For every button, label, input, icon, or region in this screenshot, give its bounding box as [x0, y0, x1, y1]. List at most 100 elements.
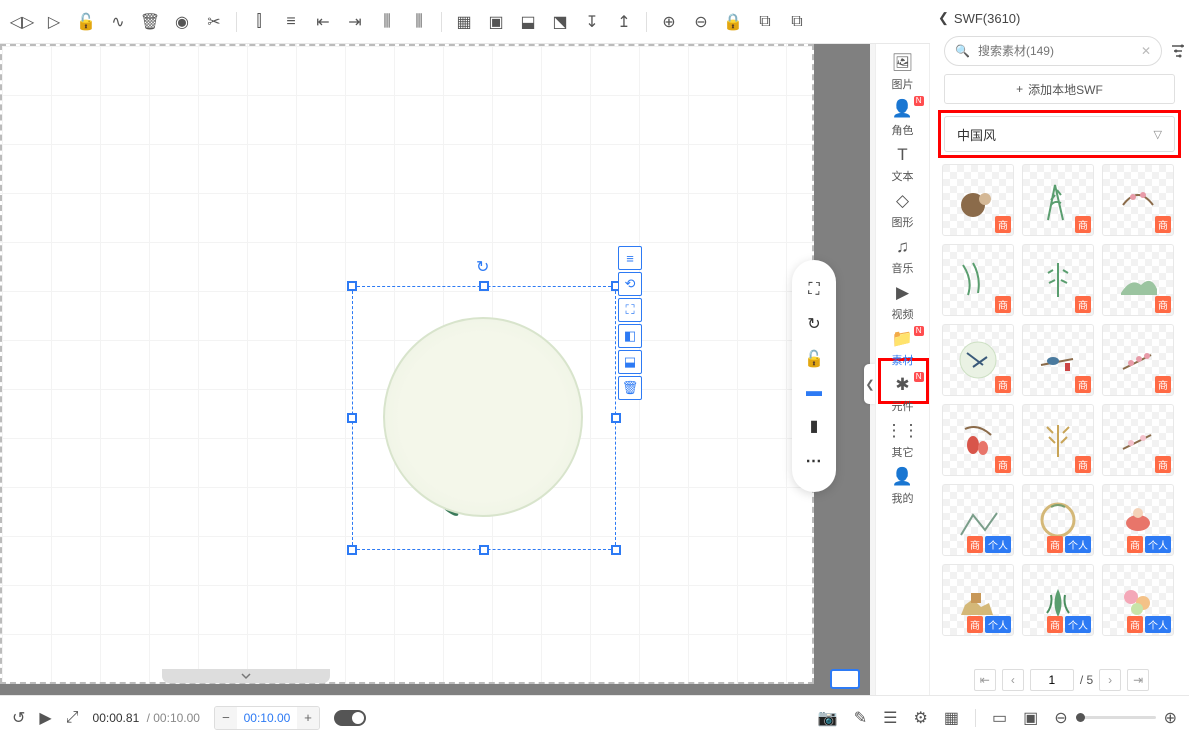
ratio-icon[interactable]: ▣: [1023, 708, 1038, 728]
nav-素材[interactable]: 📁素材N: [878, 326, 928, 370]
edit-icon[interactable]: ✎: [854, 708, 867, 728]
ungroup-button[interactable]: ▣: [482, 8, 510, 36]
asset-cell[interactable]: 商: [1102, 404, 1174, 476]
category-select[interactable]: 中国风 ▽: [944, 116, 1175, 152]
indent-l-button[interactable]: ⇤: [309, 8, 337, 36]
search-box[interactable]: 🔍 ✕: [944, 36, 1162, 66]
float-tool-2[interactable]: ⛶: [618, 298, 642, 322]
page-next[interactable]: ›: [1099, 669, 1121, 691]
asset-cell[interactable]: 商: [942, 164, 1014, 236]
filter-icon[interactable]: [1170, 43, 1186, 59]
duration-stepper[interactable]: − +: [214, 706, 320, 730]
rotate-handle[interactable]: ↻: [476, 257, 489, 277]
zoom-slider[interactable]: [1076, 716, 1156, 719]
align-v-button[interactable]: ⫿: [245, 8, 273, 36]
float-tool-1[interactable]: ⟲: [618, 272, 642, 296]
nav-我的[interactable]: 👤我的: [878, 464, 928, 508]
resize-handle-w[interactable]: [347, 413, 357, 423]
stepper-plus[interactable]: +: [297, 707, 319, 729]
move-back-button[interactable]: ↧: [578, 8, 606, 36]
page-last[interactable]: ⇥: [1127, 669, 1149, 691]
asset-cell[interactable]: 商个人: [1022, 564, 1094, 636]
asset-cell[interactable]: 商个人: [942, 484, 1014, 556]
float-tool-5[interactable]: 🗑: [618, 376, 642, 400]
add-local-button[interactable]: + 添加本地SWF: [944, 74, 1175, 104]
selection-box[interactable]: ↻: [352, 286, 616, 550]
lock-open-button[interactable]: 🔓: [72, 8, 100, 36]
resize-handle-sw[interactable]: [347, 545, 357, 555]
stepper-input[interactable]: [237, 707, 297, 729]
nav-视频[interactable]: ▶视频: [878, 280, 928, 324]
nav-角色[interactable]: 👤角色N: [878, 96, 928, 140]
distribute-h-button[interactable]: ⫼: [373, 8, 401, 36]
indent-r-button[interactable]: ⇥: [341, 8, 369, 36]
asset-cell[interactable]: 商: [1102, 324, 1174, 396]
thumbnail-icon[interactable]: ▭: [992, 708, 1007, 728]
zoom-out-button[interactable]: ⊖: [687, 8, 715, 36]
nav-文本[interactable]: T文本: [878, 142, 928, 186]
asset-cell[interactable]: 商: [1022, 164, 1094, 236]
float-tool-4[interactable]: ⬓: [618, 350, 642, 374]
clear-icon[interactable]: ✕: [1141, 44, 1151, 58]
paste-button[interactable]: ⧉: [783, 8, 811, 36]
selected-asset-birds[interactable]: [363, 297, 607, 541]
resize-handle-se[interactable]: [611, 545, 621, 555]
mid-panel-3[interactable]: ▬: [806, 383, 822, 401]
history-icon[interactable]: ↺: [12, 708, 25, 728]
focus-button[interactable]: ◉: [168, 8, 196, 36]
asset-cell[interactable]: 商个人: [1102, 564, 1174, 636]
zoom-in-icon[interactable]: ⊕: [1164, 708, 1177, 728]
asset-cell[interactable]: 商: [1022, 244, 1094, 316]
lock-button[interactable]: 🔒: [719, 8, 747, 36]
move-front-button[interactable]: ↥: [610, 8, 638, 36]
distribute-v-button[interactable]: ⫼: [405, 8, 433, 36]
scroll-indicator[interactable]: [162, 669, 330, 683]
asset-cell[interactable]: 商: [1022, 404, 1094, 476]
back-link[interactable]: ❮ SWF(3610): [930, 0, 1189, 36]
trash-button[interactable]: 🗑: [136, 8, 164, 36]
expand-icon[interactable]: ⤢: [66, 709, 79, 727]
nav-图片[interactable]: 🖼图片: [878, 50, 928, 94]
mid-panel-5[interactable]: ⋯: [806, 451, 823, 471]
toggle-switch[interactable]: [334, 710, 366, 726]
resize-handle-s[interactable]: [479, 545, 489, 555]
asset-cell[interactable]: 商: [942, 244, 1014, 316]
asset-cell[interactable]: 商个人: [942, 564, 1014, 636]
zoom-in-button[interactable]: ⊕: [655, 8, 683, 36]
send-back-button[interactable]: ⬓: [514, 8, 542, 36]
asset-cell[interactable]: 商: [1022, 324, 1094, 396]
curve-button[interactable]: ∿: [104, 8, 132, 36]
group-button[interactable]: ▦: [450, 8, 478, 36]
asset-cell[interactable]: 商: [942, 404, 1014, 476]
asset-cell[interactable]: 商: [1102, 244, 1174, 316]
canvas-tab-indicator[interactable]: [830, 669, 860, 689]
page-first[interactable]: ⇤: [974, 669, 996, 691]
float-tool-3[interactable]: ◧: [618, 324, 642, 348]
page-prev[interactable]: ‹: [1002, 669, 1024, 691]
float-tool-0[interactable]: ≡: [618, 246, 642, 270]
nav-其它[interactable]: ⋮⋮其它: [878, 418, 928, 462]
mid-panel-4[interactable]: ▮: [810, 416, 819, 436]
asset-cell[interactable]: 商: [942, 324, 1014, 396]
play-triangle-button[interactable]: ▷: [40, 8, 68, 36]
resize-handle-nw[interactable]: [347, 281, 357, 291]
crop-button[interactable]: ✂: [200, 8, 228, 36]
flip-h-button[interactable]: ◁▷: [8, 8, 36, 36]
asset-cell[interactable]: 商个人: [1102, 484, 1174, 556]
page-input-wrap[interactable]: [1030, 669, 1074, 691]
play-icon[interactable]: ▶: [39, 708, 51, 728]
layers-icon[interactable]: ☰: [883, 708, 897, 728]
asset-cell[interactable]: 商: [1102, 164, 1174, 236]
copy-button[interactable]: ⧉: [751, 8, 779, 36]
resize-handle-n[interactable]: [479, 281, 489, 291]
zoom-out-icon[interactable]: ⊖: [1054, 708, 1067, 728]
nav-图形[interactable]: ◇图形: [878, 188, 928, 232]
stepper-minus[interactable]: −: [215, 707, 237, 729]
page-input[interactable]: [1036, 673, 1068, 687]
mid-panel-0[interactable]: ⛶: [808, 281, 819, 299]
canvas[interactable]: ↻: [0, 44, 814, 684]
mid-panel-2[interactable]: 🔓: [804, 349, 824, 369]
sliders-icon[interactable]: ⚙: [913, 708, 927, 728]
nav-音乐[interactable]: ♫音乐: [878, 234, 928, 278]
asset-cell[interactable]: 商个人: [1022, 484, 1094, 556]
